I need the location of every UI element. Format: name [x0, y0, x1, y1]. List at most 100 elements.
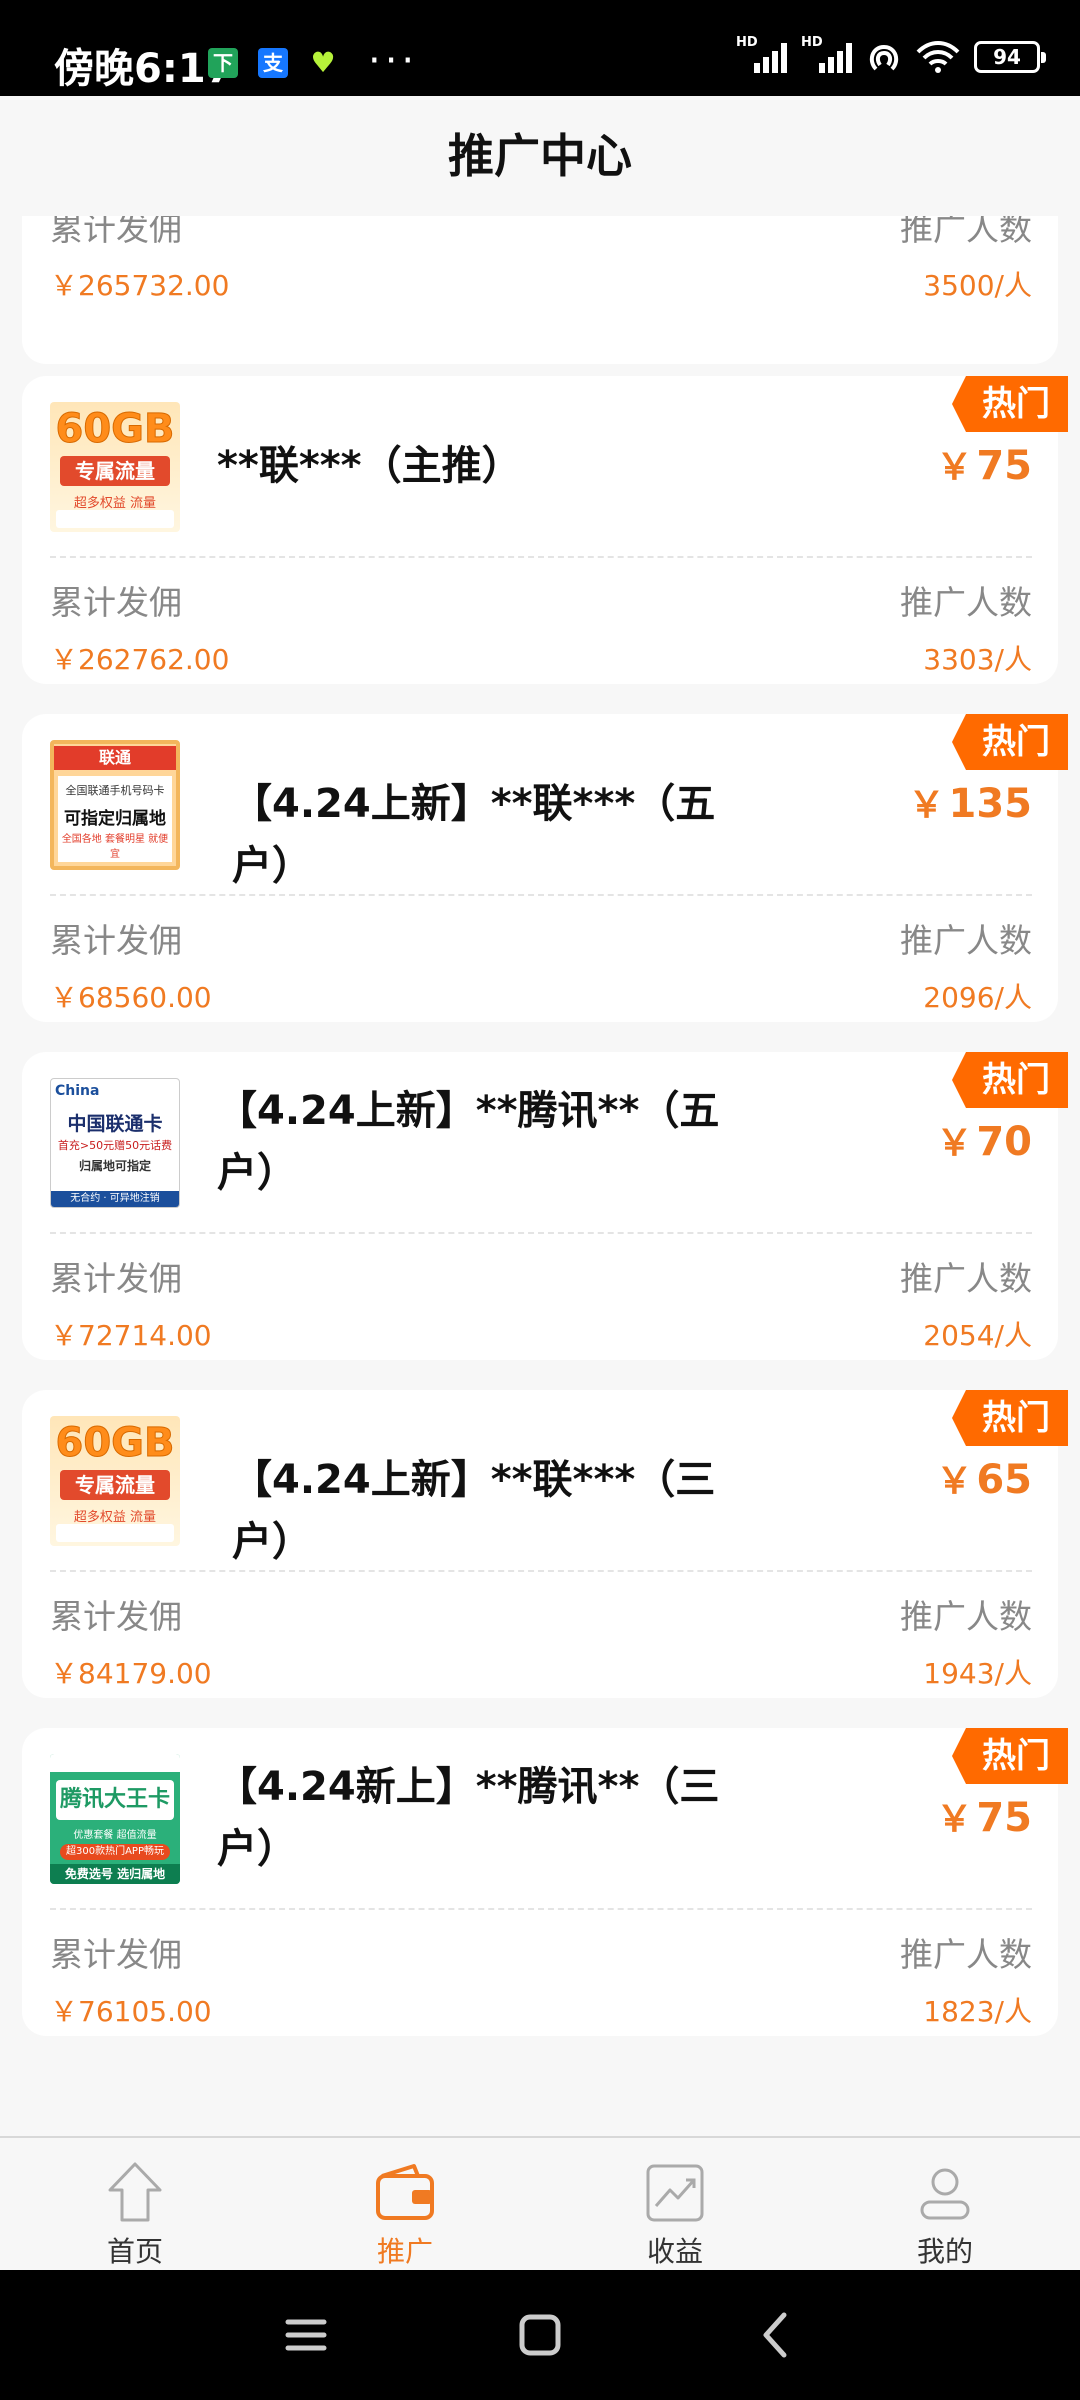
promoters-label: 推广人数	[900, 1259, 1032, 1298]
product-price: ￥ 70	[936, 1114, 1032, 1166]
product-card[interactable]: 60GB 专属流量 超多权益 流量 **联***（主推） ￥ 75 热门 累计发佣…	[22, 376, 1068, 684]
thumb-text: 60GB	[55, 1420, 175, 1467]
product-thumbnail: 腾讯大王卡 优惠套餐 超值流量 超300款热门APP畅玩 免费选号 选归属地	[50, 1754, 180, 1884]
promoters-value: 3500/人	[923, 269, 1032, 302]
product-name: 【4.24上新】**联***（三户）	[232, 1457, 716, 1565]
hot-badge: 热门	[952, 1728, 1068, 1784]
product-price: ￥ 65	[936, 1452, 1032, 1504]
promoters-label: 推广人数	[900, 921, 1032, 960]
promoters-label: 推广人数	[900, 583, 1032, 622]
product-name: **联***（主推）	[217, 443, 522, 489]
total-commission-value: ￥76105.00	[50, 1995, 212, 2028]
thumb-text: 优惠套餐 超值流量	[73, 1830, 157, 1841]
home-button-icon[interactable]	[480, 2270, 600, 2400]
tab-mine[interactable]: 我的	[810, 2138, 1080, 2270]
hot-badge: 热门	[952, 1390, 1068, 1446]
thumb-text: 全国联通手机号码卡	[65, 784, 165, 797]
tab-label: 我的	[916, 2235, 973, 2268]
thumb-text: 中国联通卡	[67, 1113, 163, 1135]
product-card-partial[interactable]: 累计发佣 推广人数 ￥265732.00 3500/人	[22, 216, 1058, 364]
promoters-value: 1943/人	[923, 1657, 1032, 1690]
promoters-value: 2096/人	[923, 981, 1032, 1014]
bottom-tab-bar: 首页 推广 收益 我的	[0, 2136, 1080, 2270]
thumb-text: 联通	[54, 746, 176, 770]
thumb-text: 专属流量	[60, 456, 170, 486]
promoters-value: 3303/人	[923, 643, 1032, 676]
hotspot-icon	[869, 44, 899, 71]
product-name: 【4.24新上】**腾讯**（三户）	[217, 1764, 720, 1872]
tab-earnings[interactable]: 收益	[540, 2138, 810, 2270]
tab-home[interactable]: 首页	[0, 2138, 270, 2270]
product-thumbnail: 60GB 专属流量 超多权益 流量	[50, 1416, 180, 1546]
divider	[50, 1908, 1032, 1910]
menu-icon[interactable]	[246, 2270, 366, 2400]
currency-symbol: ￥	[908, 785, 945, 826]
thumb-text: 专属流量	[60, 1470, 170, 1500]
back-icon[interactable]	[714, 2270, 834, 2400]
divider	[50, 556, 1032, 558]
product-thumbnail: 联通 全国联通手机号码卡 可指定归属地 全国各地 套餐明星 就便宜	[50, 740, 180, 870]
thumb-text: 免费选号 选归属地	[50, 1864, 180, 1884]
signal-icon-2: HD	[801, 35, 852, 73]
product-card[interactable]: 腾讯大王卡 优惠套餐 超值流量 超300款热门APP畅玩 免费选号 选归属地 【…	[22, 1728, 1068, 2036]
divider	[50, 1570, 1032, 1572]
tab-label: 推广	[376, 2235, 433, 2268]
hd-label: HD	[736, 35, 758, 50]
thumb-text: 腾讯大王卡	[56, 1780, 174, 1820]
home-icon	[108, 2162, 162, 2222]
chart-icon	[646, 2164, 704, 2222]
total-commission-value: ￥68560.00	[50, 981, 212, 1014]
tab-label: 收益	[646, 2235, 703, 2268]
currency-symbol: ￥	[936, 1461, 973, 1502]
promoters-value: 1823/人	[923, 1995, 1032, 2028]
thumb-text: 60GB	[55, 406, 175, 453]
health-app-icon: ♥	[310, 46, 336, 79]
total-commission-label: 累计发佣	[50, 1259, 182, 1298]
divider	[50, 894, 1032, 896]
promoters-label: 推广人数	[900, 216, 1032, 248]
hd-label-2: HD	[801, 35, 823, 50]
status-time: 傍晚6:17	[54, 46, 234, 92]
product-card[interactable]: 60GB 专属流量 超多权益 流量 【4.24上新】**联***（三户） ￥ 65…	[22, 1390, 1068, 1698]
page-title: 推广中心	[448, 129, 632, 183]
product-card[interactable]: 联通 全国联通手机号码卡 可指定归属地 全国各地 套餐明星 就便宜 【4.24上…	[22, 714, 1068, 1022]
hot-badge: 热门	[952, 376, 1068, 432]
total-commission-label: 累计发佣	[50, 216, 182, 248]
tab-promote[interactable]: 推广	[270, 2138, 540, 2270]
system-nav-bar	[0, 2270, 1080, 2400]
price-value: 65	[976, 1457, 1032, 1503]
product-price: ￥ 135	[908, 776, 1032, 828]
hot-badge: 热门	[952, 1052, 1068, 1108]
total-commission-label: 累计发佣	[50, 1935, 182, 1974]
status-indicators: HD HD 94	[736, 35, 1046, 74]
price-value: 70	[976, 1119, 1032, 1165]
total-commission-value: ￥72714.00	[50, 1319, 212, 1352]
price-value: 135	[948, 781, 1033, 827]
thumb-text: 超多权益 流量	[73, 496, 157, 511]
page-header: 推广中心	[0, 96, 1080, 216]
user-icon	[920, 2168, 970, 2220]
price-value: 75	[976, 1795, 1032, 1841]
signal-icon: HD	[736, 35, 787, 73]
promoters-value: 2054/人	[923, 1319, 1032, 1352]
thumb-text: 可指定归属地	[64, 809, 166, 829]
wallet-icon	[376, 2164, 434, 2220]
download-app-icon: 下	[208, 48, 238, 78]
product-price: ￥ 75	[936, 1790, 1032, 1842]
currency-symbol: ￥	[936, 1123, 973, 1164]
total-commission-value: ￥84179.00	[50, 1657, 212, 1690]
promoters-label: 推广人数	[900, 1597, 1032, 1636]
thumb-text: 首充>50元赠50元话费	[57, 1139, 173, 1152]
price-value: 75	[976, 443, 1032, 489]
alipay-app-icon: 支	[258, 48, 288, 78]
product-name: 【4.24上新】**联***（五户）	[232, 781, 716, 889]
thumb-text: 超300款热门APP畅玩	[60, 1844, 170, 1860]
more-notifications-icon: ···	[368, 38, 419, 84]
product-card[interactable]: China 中国联通卡 首充>50元赠50元话费 归属地可指定 无合约 · 可异…	[22, 1052, 1068, 1360]
product-price: ￥ 75	[936, 438, 1032, 490]
product-list[interactable]: 累计发佣 推广人数 ￥265732.00 3500/人 60GB 专属流量 超多…	[0, 216, 1080, 2136]
battery-icon: 94	[974, 41, 1046, 73]
total-commission-value: ￥262762.00	[50, 643, 230, 676]
hot-badge: 热门	[952, 714, 1068, 770]
currency-symbol: ￥	[936, 1799, 973, 1840]
